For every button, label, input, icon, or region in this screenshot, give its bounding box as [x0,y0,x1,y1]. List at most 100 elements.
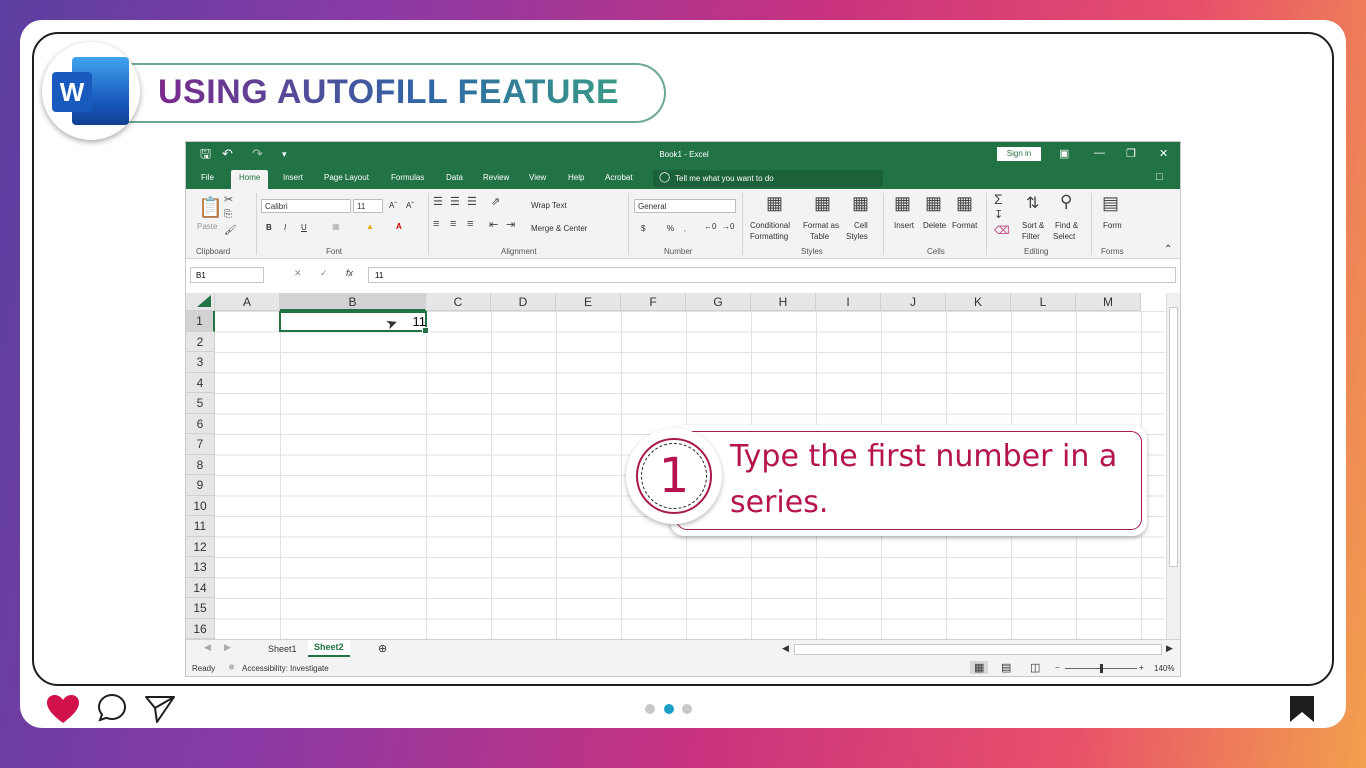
select-label[interactable]: Select [1053,232,1075,242]
accessibility-status[interactable]: Accessibility: Investigate [242,664,329,673]
row-header-11[interactable]: 11 [186,516,215,537]
sign-in-button[interactable]: Sign in [997,147,1041,161]
top-align-icon[interactable]: ☰ [433,195,443,208]
insert-function-icon[interactable]: fx [346,268,353,278]
comments-icon[interactable]: □ [1156,171,1163,183]
carousel-dot-2[interactable] [664,704,674,714]
row-header-14[interactable]: 14 [186,577,215,598]
column-header-j[interactable]: J [881,293,946,311]
column-header-k[interactable]: K [946,293,1011,311]
font-name-select[interactable]: Calibri [261,199,351,213]
name-box[interactable]: B1 [190,267,264,283]
tab-page-layout[interactable]: Page Layout [324,173,369,182]
shrink-font-icon[interactable]: Aˇ [406,201,414,211]
column-header-d[interactable]: D [491,293,556,311]
merge-center-button[interactable]: Merge & Center [531,224,587,234]
copy-icon[interactable]: ⎘ [224,209,232,220]
italic-button[interactable]: I [284,223,286,233]
column-header-e[interactable]: E [556,293,621,311]
tab-acrobat[interactable]: Acrobat [605,173,633,182]
tab-formulas[interactable]: Formulas [391,173,424,182]
cut-icon[interactable]: ✂ [224,193,233,206]
page-layout-view-icon[interactable]: ▤ [1001,661,1011,674]
enter-icon[interactable]: ✓ [320,268,328,279]
row-header-8[interactable]: 8 [186,454,215,475]
tab-data[interactable]: Data [446,173,463,182]
comment-icon[interactable] [97,693,127,723]
fill-color-icon[interactable]: ▲ [366,222,374,232]
vertical-scrollbar[interactable] [1166,293,1180,639]
zoom-out-icon[interactable]: − [1055,663,1060,672]
insert-cells-icon[interactable]: ▦ [894,193,911,214]
zoom-slider-thumb[interactable] [1100,664,1103,673]
tab-help[interactable]: Help [568,173,584,182]
row-header-13[interactable]: 13 [186,557,215,578]
select-all-button[interactable] [186,293,215,311]
column-header-b[interactable]: B [280,293,426,311]
page-break-view-icon[interactable]: ◫ [1030,661,1040,674]
scroll-right-icon[interactable]: ▶ [1166,643,1173,654]
wrap-text-button[interactable]: Wrap Text [531,201,567,211]
cell-label[interactable]: Cell [854,221,868,231]
cell-styles-label[interactable]: Styles [846,232,868,242]
row-header-6[interactable]: 6 [186,413,215,434]
row-header-16[interactable]: 16 [186,618,215,639]
vertical-scroll-thumb[interactable] [1169,307,1178,567]
autosum-icon[interactable]: Σ [994,191,1003,207]
sort-filter-icon[interactable]: ⇅ [1026,193,1039,213]
column-header-g[interactable]: G [686,293,751,311]
column-header-i[interactable]: I [816,293,881,311]
borders-icon[interactable]: ▦ [332,222,340,232]
align-center-icon[interactable]: ≡ [450,218,456,230]
orientation-icon[interactable]: ⇗ [491,195,500,208]
horizontal-scrollbar[interactable] [794,644,1162,655]
underline-button[interactable]: U [301,223,307,233]
column-header-h[interactable]: H [751,293,816,311]
row-header-5[interactable]: 5 [186,393,215,414]
tab-file[interactable]: File [201,173,214,182]
prev-sheet-icon[interactable]: ◀ [204,642,211,653]
format-as-table-icon[interactable]: ▦ [814,193,831,214]
currency-button[interactable]: $ [641,224,645,234]
insert-button[interactable]: Insert [894,221,914,231]
paste-icon[interactable]: 📋 [198,195,223,220]
comma-style-icon[interactable]: ‚ [684,224,686,234]
column-header-m[interactable]: M [1076,293,1141,311]
cancel-icon[interactable]: ✕ [294,268,302,279]
cell-styles-icon[interactable]: ▦ [852,193,869,214]
row-header-3[interactable]: 3 [186,352,215,373]
row-header-4[interactable]: 4 [186,372,215,393]
formula-input[interactable]: 11 [368,267,1176,283]
tab-insert[interactable]: Insert [283,173,303,182]
font-size-select[interactable]: 11 [353,199,383,213]
decrease-indent-icon[interactable]: ⇤ [489,218,498,231]
filter-label[interactable]: Filter [1022,232,1040,242]
bookmark-icon[interactable] [1289,695,1315,723]
collapse-ribbon-icon[interactable]: ⌃ [1164,245,1172,255]
increase-indent-icon[interactable]: ⇥ [506,218,515,231]
conditional-formatting-icon[interactable]: ▦ [766,193,783,214]
middle-align-icon[interactable]: ☰ [450,195,460,208]
bottom-align-icon[interactable]: ☰ [467,195,477,208]
column-header-f[interactable]: F [621,293,686,311]
format-as-label[interactable]: Format as [803,221,839,231]
grow-font-icon[interactable]: Aˆ [389,201,397,211]
column-header-c[interactable]: C [426,293,491,311]
row-header-12[interactable]: 12 [186,536,215,557]
table-label[interactable]: Table [810,232,829,242]
percent-button[interactable]: % [667,224,674,234]
delete-button[interactable]: Delete [923,221,946,231]
format-painter-icon[interactable]: 🖌 [224,225,237,236]
zoom-level[interactable]: 140% [1154,664,1174,673]
tell-me-search[interactable]: ◯ Tell me what you want to do [653,170,883,187]
scroll-left-icon[interactable]: ◀ [782,643,789,654]
minimize-icon[interactable]: — [1094,147,1105,159]
align-right-icon[interactable]: ≡ [467,218,473,230]
close-icon[interactable]: ✕ [1159,147,1168,160]
decrease-decimal-icon[interactable]: →0 [722,222,734,232]
form-button[interactable]: Form [1103,221,1122,231]
zoom-in-icon[interactable]: + [1139,663,1144,672]
formatting-label[interactable]: Formatting [750,232,788,242]
carousel-dot-1[interactable] [645,704,655,714]
send-icon[interactable] [144,693,176,725]
